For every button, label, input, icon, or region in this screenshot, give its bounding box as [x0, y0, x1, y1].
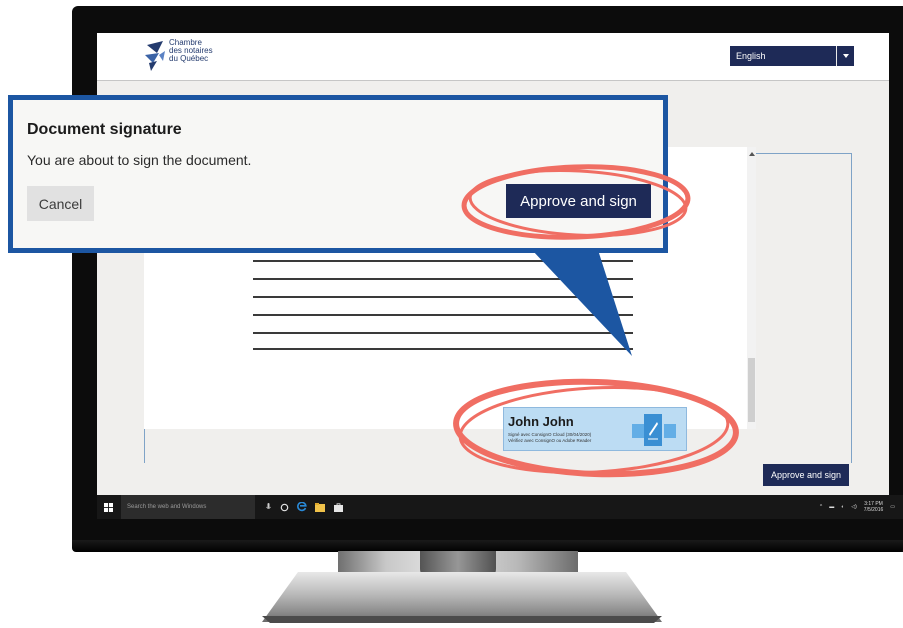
dialog-title: Document signature: [27, 121, 182, 138]
document-signature-dialog: Document signature You are about to sign…: [8, 95, 668, 253]
store-icon[interactable]: [329, 495, 347, 519]
dialog-message: You are about to sign the document.: [27, 152, 252, 168]
battery-icon[interactable]: ▬: [829, 504, 834, 510]
document-text-line: [253, 278, 633, 280]
notification-icon[interactable]: ▭: [890, 504, 895, 510]
app-header: Chambre des notaires du Québec English: [97, 33, 889, 81]
clock-date: 7/5/2016: [863, 507, 884, 513]
chevron-up-icon[interactable]: ^: [820, 504, 822, 510]
signer-name: John John: [508, 414, 574, 429]
document-scrollbar-thumb[interactable]: [748, 358, 755, 422]
chevron-down-icon: [836, 46, 854, 66]
document-text-line: [253, 314, 633, 316]
signature-seal-icon: [644, 414, 662, 446]
notary-logo-icon: [145, 41, 165, 71]
system-tray: ^ ▬ ◐ ◁) 3:17 PM 7/5/2016 ▭: [820, 501, 903, 513]
cancel-button[interactable]: Cancel: [27, 186, 94, 221]
monitor-stand-base-edge: [262, 616, 662, 623]
language-select-value: English: [736, 51, 766, 61]
approve-and-sign-button[interactable]: Approve and sign: [763, 464, 849, 486]
signature-block: John John Signé avec ConsignO Cloud (30/…: [503, 407, 687, 451]
scroll-up-arrow-icon[interactable]: [749, 152, 755, 156]
taskbar-search-box[interactable]: Search the web and Windows: [121, 495, 255, 519]
signature-seal-wing: [664, 424, 676, 438]
organization-name: Chambre des notaires du Québec: [169, 39, 213, 63]
signature-detail: Vérifiez avec ConsignO ou Adobe Reader: [508, 438, 592, 443]
network-icon[interactable]: ◐: [841, 504, 844, 510]
signature-detail: Signé avec ConsignO Cloud (30/04/2020): [508, 432, 592, 437]
language-select[interactable]: English: [730, 46, 854, 66]
task-view-icon[interactable]: [275, 495, 293, 519]
organization-name-line: du Québec: [169, 54, 209, 63]
document-text-line: [253, 296, 633, 298]
windows-taskbar: Search the web and Windows ^ ▬ ◐ ◁) 3:17…: [97, 495, 903, 519]
taskbar-clock[interactable]: 3:17 PM 7/5/2016: [864, 501, 883, 513]
document-text-line: [253, 348, 633, 350]
taskbar-search-placeholder: Search the web and Windows: [127, 504, 207, 510]
signature-seal-wing: [632, 424, 644, 438]
windows-logo-icon[interactable]: [99, 495, 117, 519]
file-explorer-icon[interactable]: [311, 495, 329, 519]
microphone-icon[interactable]: [261, 495, 275, 519]
document-text-line: [253, 332, 633, 334]
volume-icon[interactable]: ◁): [851, 504, 857, 510]
document-text-line: [253, 260, 633, 262]
edge-browser-icon[interactable]: [293, 495, 311, 519]
monitor-stand-base: [262, 572, 662, 622]
dialog-approve-and-sign-button[interactable]: Approve and sign: [506, 184, 651, 218]
